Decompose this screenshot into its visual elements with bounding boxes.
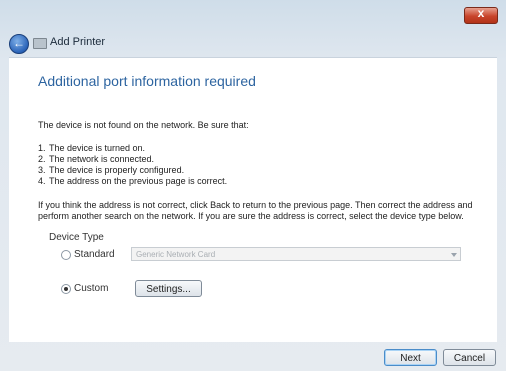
checklist: 1. The device is turned on. 2. The network… (38, 143, 227, 187)
intro-text: The device is not found on the network. … (38, 120, 249, 130)
cancel-button[interactable]: Cancel (443, 349, 496, 366)
list-item: 3. The device is properly configured. (38, 165, 185, 175)
wizard-header: ← Add Printer (0, 30, 506, 56)
chevron-down-icon (451, 253, 457, 257)
settings-button[interactable]: Settings... (135, 280, 202, 297)
printer-icon (33, 38, 47, 49)
custom-radio-label: Custom (74, 283, 109, 294)
list-item: 1. The device is turned on. (38, 143, 146, 153)
guidance-text: If you think the address is not correct,… (38, 200, 473, 221)
back-arrow-icon: ← (13, 36, 25, 50)
standard-device-select[interactable]: Generic Network Card (131, 247, 461, 261)
window-title: Add Printer (50, 36, 106, 48)
standard-device-value: Generic Network Card (136, 250, 216, 259)
list-item: 4. The address on the previous page is co… (38, 176, 228, 186)
custom-radio[interactable] (61, 284, 71, 294)
close-button[interactable] (464, 6, 498, 24)
device-type-label: Device Type (49, 232, 104, 243)
standard-radio[interactable] (61, 250, 71, 260)
page-heading: Additional port information required (38, 73, 256, 89)
content-panel: Additional port information required The… (9, 57, 497, 342)
back-button[interactable]: ← (9, 34, 29, 54)
next-button[interactable]: Next (384, 349, 437, 366)
standard-radio-label: Standard (74, 249, 115, 260)
list-item: 2. The network is connected. (38, 154, 155, 164)
wizard-footer: Next Cancel (0, 341, 506, 371)
wizard-window: ← Add Printer Additional port informatio… (0, 0, 506, 371)
